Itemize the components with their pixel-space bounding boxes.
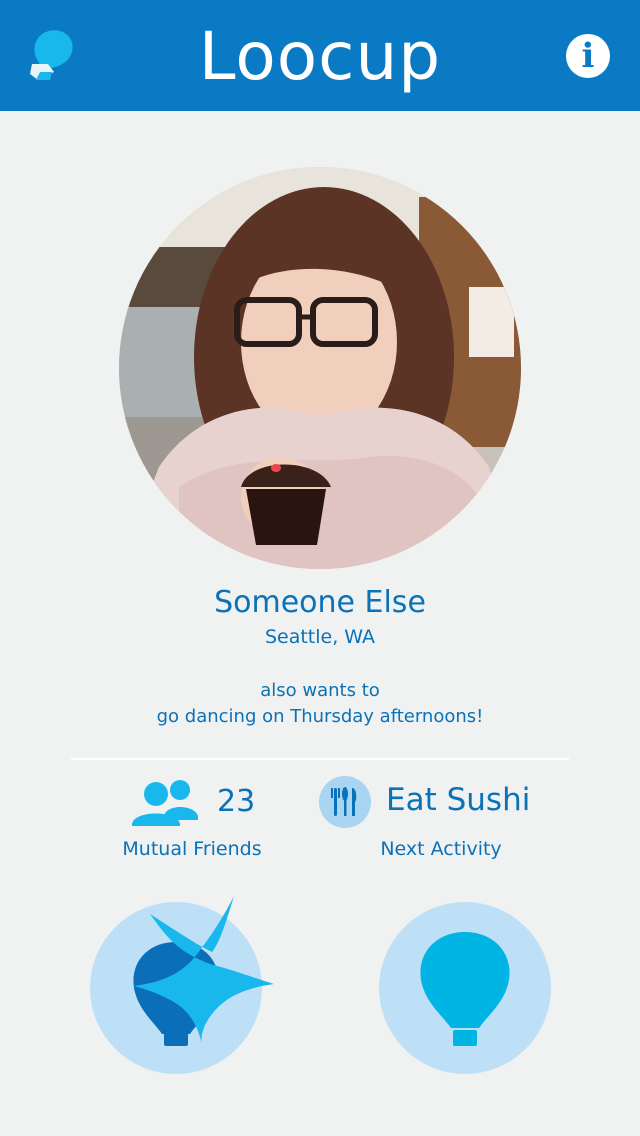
next-activity-name: Eat Sushi	[386, 782, 531, 818]
profile-message-line1: also wants to	[260, 680, 380, 701]
profile-name: Someone Else	[214, 585, 426, 620]
balloon-icon	[420, 932, 510, 1046]
divider	[71, 758, 569, 760]
app-title: Loocup	[198, 18, 442, 95]
utensils-icon	[319, 776, 371, 828]
mutual-friends-count: 23	[217, 784, 256, 819]
mutual-friends-label: Mutual Friends	[122, 838, 262, 860]
next-activity-label: Next Activity	[380, 838, 502, 860]
profile-photo-image	[119, 167, 521, 569]
profile-message-line2: go dancing on Thursday afternoons!	[156, 706, 484, 727]
info-icon[interactable]: i	[566, 34, 610, 78]
people-icon	[132, 780, 198, 826]
app-header: Loocup i	[0, 0, 640, 111]
profile-photo	[119, 167, 521, 569]
boost-button[interactable]	[90, 896, 274, 1074]
sparkle-balloon-icon	[133, 896, 274, 1046]
profile-location: Seattle, WA	[264, 626, 376, 648]
go-button[interactable]	[379, 902, 551, 1074]
